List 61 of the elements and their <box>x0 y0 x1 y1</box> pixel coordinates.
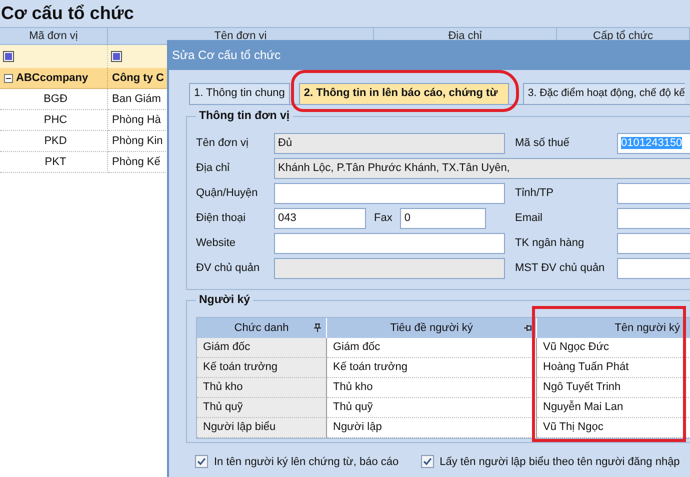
field-label: Mã số thuế <box>514 136 570 151</box>
field-label: MST ĐV chủ quản <box>514 261 606 276</box>
checkbox[interactable] <box>195 455 208 468</box>
text-field[interactable] <box>617 258 690 279</box>
field-label: Fax <box>374 211 392 226</box>
table-cell: Giám đốc <box>197 338 327 358</box>
field-label: Điện thoại <box>196 211 247 226</box>
tab[interactable]: 1. Thông tin chung <box>189 83 290 104</box>
field-label: Quận/Huyện <box>196 186 259 201</box>
filter-icon[interactable] <box>3 51 14 62</box>
field-label: Tỉnh/TP <box>514 186 555 201</box>
column-header[interactable]: Tiêu đề người ký <box>327 318 537 338</box>
field-label: ĐV chủ quản <box>196 261 261 276</box>
column-header[interactable]: Tên người ký <box>537 318 690 338</box>
table-cell: Ngô Tuyết Trinh <box>537 378 690 398</box>
checkbox[interactable] <box>420 455 434 468</box>
column-header[interactable]: Mã đơn vị <box>0 28 108 45</box>
group-label: Công ty C <box>112 71 164 86</box>
text-field[interactable]: 043 <box>274 208 366 229</box>
tab[interactable]: 3. Đặc điểm hoạt động, chế độ kế <box>522 83 685 104</box>
text-field[interactable] <box>617 183 690 204</box>
field-label: Tên đơn vị <box>196 136 250 151</box>
field-label: Địa chỉ <box>196 161 231 176</box>
group-title: Người ký <box>196 293 254 307</box>
text-field[interactable] <box>617 233 690 254</box>
text-field[interactable] <box>274 233 505 254</box>
dialog-title: Sửa Cơ cấu tổ chức <box>169 40 690 70</box>
checkbox-label: Lấy tên người lập biểu theo tên người đăng nhập <box>440 456 680 468</box>
group-title: Thông tin đơn vị <box>196 109 293 123</box>
table-cell: Vũ Thị Ngọc <box>537 418 690 438</box>
field-label: Website <box>196 236 237 251</box>
table-cell: Thủ quỹ <box>197 398 327 418</box>
table-cell: Kế toán trưởng <box>197 358 327 378</box>
field-label: TK ngân hàng <box>514 236 586 251</box>
table-cell: Vũ Ngọc Đức <box>537 338 690 358</box>
group-label: ABCcompany <box>16 71 88 86</box>
text-field[interactable]: 0 <box>400 208 486 229</box>
field-label: Email <box>514 211 544 226</box>
table-cell: Thủ kho <box>327 378 537 398</box>
table-cell: Nguyễn Mai Lan <box>537 398 690 418</box>
table-cell: PHC <box>0 110 108 131</box>
table-cell: PKD <box>0 131 108 152</box>
text-field[interactable] <box>617 208 690 229</box>
table-cell: PKT <box>0 152 108 173</box>
tab[interactable]: 2. Thông tin in lên báo cáo, chứng từ <box>298 83 509 104</box>
table-cell: Thủ kho <box>197 378 327 398</box>
table-cell: Hoàng Tuấn Phát <box>537 358 690 378</box>
text-field[interactable] <box>274 183 505 204</box>
table-cell: Giám đốc <box>327 338 537 358</box>
table-cell: Thủ quỹ <box>327 398 537 418</box>
filter-icon[interactable] <box>111 51 122 62</box>
table-cell: Người lập <box>327 418 537 438</box>
collapse-icon[interactable] <box>4 74 13 82</box>
pin-icon[interactable] <box>523 323 532 333</box>
table-cell: BGĐ <box>0 89 108 110</box>
window-title: Cơ cấu tổ chức <box>0 0 690 28</box>
table-cell: Kế toán trưởng <box>327 358 537 378</box>
pin-icon[interactable] <box>313 323 322 333</box>
table-cell: Người lập biểu <box>197 418 327 438</box>
checkbox-label: In tên người ký lên chứng từ, báo cáo <box>214 456 399 468</box>
column-header[interactable]: Chức danh <box>197 318 327 338</box>
